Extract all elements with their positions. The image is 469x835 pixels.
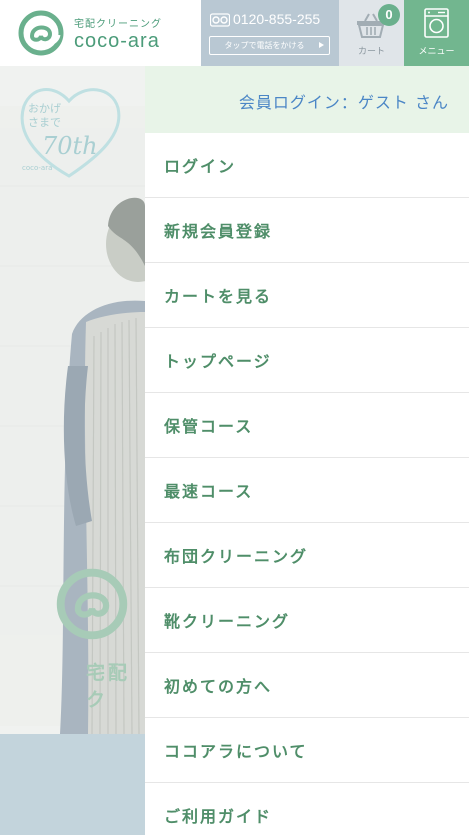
menu-item-label: 布団クリーニング	[164, 547, 309, 566]
login-status-text: 会員ログイン：ゲスト さん	[238, 93, 449, 112]
drawer-menu-list: ログイン 新規会員登録 カートを見る トップページ 保管コース 最速コース 布団…	[145, 133, 469, 835]
site-logo[interactable]: 宅配クリーニング coco-ara	[16, 9, 201, 57]
menu-item-first-time[interactable]: 初めての方へ	[145, 653, 469, 718]
tel-number[interactable]: 0120-855-255	[233, 11, 320, 27]
menu-item-storage-course[interactable]: 保管コース	[145, 393, 469, 458]
arrow-right-icon	[319, 42, 324, 48]
menu-item-about[interactable]: ココアラについて	[145, 718, 469, 783]
nav-drawer: 会員ログイン：ゲスト さん ログイン 新規会員登録 カートを見る トップページ …	[145, 66, 469, 835]
logo-name: coco-ara	[74, 30, 160, 52]
anniv-line1: おかげ	[28, 102, 61, 115]
free-dial-icon	[210, 13, 230, 27]
cart-label: カート	[357, 47, 385, 57]
menu-item-label: 新規会員登録	[164, 222, 273, 241]
site-header: 宅配クリーニング coco-ara 0120-855-255 タップで電話をかけ…	[0, 0, 469, 66]
hero-logo-mark-icon	[56, 568, 128, 640]
menu-button[interactable]: メニュー	[404, 0, 469, 66]
anniv-year: 70th	[42, 132, 98, 160]
menu-item-label: 初めての方へ	[164, 677, 273, 696]
anniv-brand: coco-ara	[22, 164, 52, 172]
tel-block[interactable]: 0120-855-255 タップで電話をかける	[201, 0, 339, 66]
anniv-line2: さまで	[28, 116, 61, 129]
call-button-label: タップで電話をかける	[224, 41, 305, 50]
menu-item-futon-cleaning[interactable]: 布団クリーニング	[145, 523, 469, 588]
menu-item-label: トップページ	[164, 352, 272, 371]
logo-mark-icon	[18, 10, 64, 56]
hero-brand-text: 宅配ク	[86, 662, 131, 711]
menu-item-view-cart[interactable]: カートを見る	[145, 263, 469, 328]
menu-item-label: カートを見る	[164, 287, 273, 306]
menu-item-shoe-cleaning[interactable]: 靴クリーニング	[145, 588, 469, 653]
menu-label: メニュー	[418, 47, 455, 57]
washing-machine-icon	[424, 8, 449, 38]
call-button[interactable]: タップで電話をかける	[209, 36, 330, 55]
menu-item-label: ログイン	[164, 157, 237, 176]
menu-item-label: 靴クリーニング	[164, 612, 291, 631]
menu-item-guide[interactable]: ご利用ガイド	[145, 783, 469, 835]
hero-background: おかげ さまで 70th coco-ara 宅配ク	[0, 66, 145, 835]
menu-item-label: ココアラについて	[164, 742, 308, 761]
hero-bottom-band	[0, 734, 145, 835]
login-status-bar: 会員ログイン：ゲスト さん	[145, 66, 469, 133]
anniversary-badge-icon: おかげ さまで 70th coco-ara	[20, 88, 121, 178]
menu-item-label: ご利用ガイド	[164, 807, 273, 826]
cart-count-badge: 0	[378, 4, 400, 26]
cart-button[interactable]: 0 カート	[339, 0, 404, 66]
logo-subtitle: 宅配クリーニング	[74, 19, 162, 30]
menu-item-label: 保管コース	[164, 417, 254, 436]
menu-item-login[interactable]: ログイン	[145, 133, 469, 198]
menu-item-label: 最速コース	[164, 482, 254, 501]
menu-item-register[interactable]: 新規会員登録	[145, 198, 469, 263]
menu-item-fastest-course[interactable]: 最速コース	[145, 458, 469, 523]
menu-item-top-page[interactable]: トップページ	[145, 328, 469, 393]
